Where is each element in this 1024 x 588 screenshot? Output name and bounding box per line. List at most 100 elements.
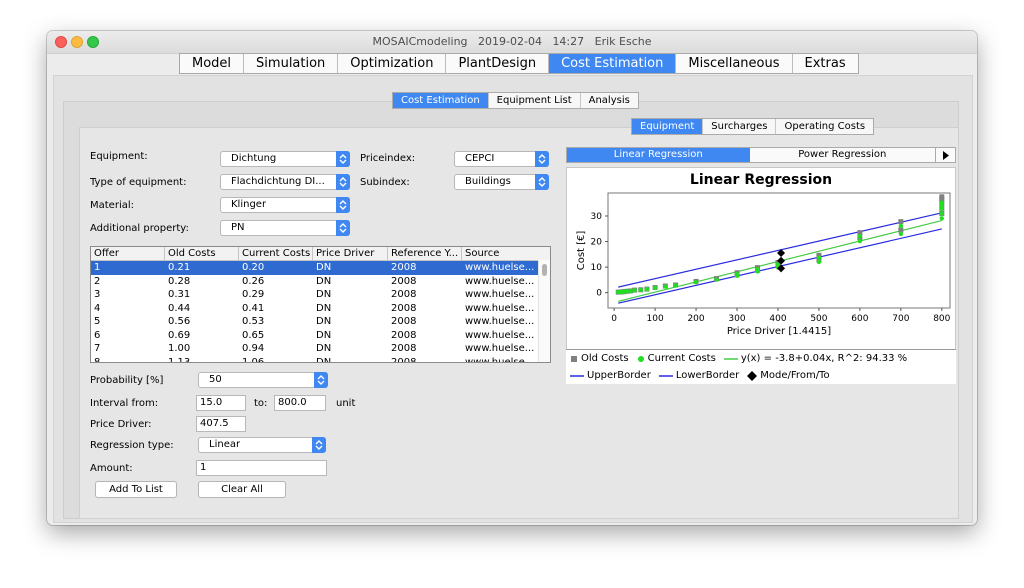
equipment-select[interactable]: Dichtung — [220, 151, 350, 167]
column-header-current-costs[interactable]: Current Costs — [239, 247, 313, 260]
cell-price-driver: DN — [316, 329, 332, 341]
add-to-list-button[interactable]: Add To List — [95, 481, 177, 498]
play-arrow-icon[interactable] — [935, 148, 955, 162]
updown-arrow-icon — [312, 437, 326, 453]
current-cost-point — [644, 287, 650, 292]
tab-analysis[interactable]: Analysis — [581, 93, 638, 108]
table-row[interactable]: 3 0.31 0.29 DN 2008 www.huelse... — [91, 288, 540, 302]
table-row[interactable]: 5 0.56 0.53 DN 2008 www.huelse... — [91, 315, 540, 329]
material-select[interactable]: Klinger — [220, 197, 350, 213]
table-row[interactable]: 6 0.69 0.65 DN 2008 www.huelse... — [91, 329, 540, 343]
window-title: MOSAICmodeling 2019-02-04 14:27 Erik Esc… — [372, 35, 652, 48]
cell-reference-year: 2008 — [391, 262, 417, 273]
tab-equipment-list[interactable]: Equipment List — [489, 93, 581, 108]
tab-plantdesign[interactable]: PlantDesign — [446, 54, 550, 73]
regression-type-select[interactable]: Linear — [198, 437, 326, 453]
column-header-reference-year[interactable]: Reference Y... — [388, 247, 462, 260]
price-driver-label: Price Driver: — [90, 419, 152, 430]
cell-reference-year: 2008 — [391, 356, 417, 363]
table-row[interactable]: 1 0.21 0.20 DN 2008 www.huelse... — [91, 261, 540, 275]
updown-arrow-icon — [535, 151, 549, 167]
cell-current-costs: 0.53 — [242, 316, 265, 327]
cell-source: www.huelse... — [465, 302, 535, 314]
cell-offer: 7 — [94, 343, 101, 354]
updown-arrow-icon — [336, 151, 350, 167]
tab-model[interactable]: Model — [180, 54, 245, 73]
offers-table[interactable]: Offer Old Costs Current Costs Price Driv… — [90, 246, 551, 363]
x-tick-label: 300 — [728, 314, 745, 324]
x-tick-label: 100 — [647, 314, 664, 324]
probability-select[interactable]: 50 — [198, 372, 328, 388]
type-of-equipment-select[interactable]: Flachdichtung DI... — [220, 174, 350, 190]
y-tick-label: 0 — [596, 289, 602, 299]
tab-simulation[interactable]: Simulation — [244, 54, 339, 73]
green-line-icon — [723, 357, 738, 360]
current-cost-point — [816, 259, 822, 265]
diamond-marker-icon — [747, 370, 758, 381]
cell-price-driver: DN — [316, 302, 332, 314]
chart-legend: Old Costs Current Costs y(x) = -3.8+0.04… — [566, 349, 956, 384]
y-tick-label: 20 — [591, 238, 603, 248]
table-row[interactable]: 7 1.00 0.94 DN 2008 www.huelse... — [91, 342, 540, 356]
tab-linear-regression[interactable]: Linear Regression — [567, 148, 750, 162]
table-scrollbar[interactable] — [538, 260, 550, 362]
table-row[interactable]: 2 0.28 0.26 DN 2008 www.huelse... — [91, 275, 540, 289]
clear-all-button[interactable]: Clear All — [198, 481, 286, 498]
cell-current-costs: 1.06 — [242, 356, 265, 363]
tab-cost-estimation-sub[interactable]: Cost Estimation — [393, 93, 489, 108]
current-cost-point — [693, 279, 699, 285]
tab-operating-costs[interactable]: Operating Costs — [776, 119, 873, 134]
column-header-source[interactable]: Source — [462, 247, 540, 260]
column-header-price-driver[interactable]: Price Driver — [313, 247, 388, 260]
additional-property-select[interactable]: PN — [220, 220, 350, 236]
cell-offer: 2 — [94, 275, 101, 287]
column-header-offer[interactable]: Offer — [91, 247, 165, 260]
table-row[interactable]: 4 0.44 0.41 DN 2008 www.huelse... — [91, 302, 540, 316]
cell-current-costs: 0.20 — [242, 262, 265, 273]
cell-reference-year: 2008 — [391, 343, 417, 354]
equipment-value: Dichtung — [231, 153, 277, 164]
cell-reference-year: 2008 — [391, 302, 417, 314]
cell-old-costs: 0.56 — [168, 316, 191, 327]
cell-offer: 3 — [94, 289, 101, 300]
legend-fit: y(x) = -3.8+0.04x, R^2: 94.33 % — [723, 353, 907, 364]
column-header-old-costs[interactable]: Old Costs — [165, 247, 239, 260]
x-tick-label: 200 — [687, 314, 704, 324]
updown-arrow-icon — [336, 174, 350, 190]
equipment-label: Equipment: — [90, 151, 148, 162]
price-driver-input[interactable]: 407.5 — [196, 416, 246, 432]
cell-current-costs: 0.94 — [242, 343, 265, 354]
priceindex-select[interactable]: CEPCI — [454, 151, 549, 167]
interval-from-input[interactable]: 15.0 — [196, 395, 246, 411]
legend-mode-from-to-label: Mode/From/To — [760, 370, 830, 381]
tab-miscellaneous[interactable]: Miscellaneous — [676, 54, 793, 73]
tab-cost-estimation[interactable]: Cost Estimation — [549, 54, 677, 73]
scrollbar-thumb[interactable] — [542, 264, 547, 276]
legend-lower-border-label: LowerBorder — [675, 370, 740, 381]
cell-price-driver: DN — [316, 289, 332, 300]
current-cost-point — [638, 287, 643, 293]
amount-input[interactable]: 1 — [196, 460, 327, 476]
legend-old-costs-label: Old Costs — [581, 353, 629, 364]
updown-arrow-icon — [336, 197, 350, 213]
legend-lower-border: LowerBorder — [658, 370, 740, 381]
cell-current-costs: 0.65 — [242, 329, 265, 341]
cell-offer: 4 — [94, 302, 101, 314]
cell-old-costs: 0.69 — [168, 329, 191, 341]
subindex-select[interactable]: Buildings — [454, 174, 549, 190]
probability-value: 50 — [209, 374, 222, 385]
cell-old-costs: 0.44 — [168, 302, 191, 314]
tab-surcharges[interactable]: Surcharges — [703, 119, 777, 134]
additional-property-label: Additional property: — [90, 223, 189, 234]
tab-extras[interactable]: Extras — [793, 54, 858, 73]
table-row[interactable]: 8 1.13 1.06 DN 2008 www.huelse... — [91, 356, 540, 363]
current-cost-point — [652, 285, 658, 291]
interval-to-input[interactable]: 800.0 — [274, 395, 326, 411]
x-tick-label: 700 — [892, 314, 909, 324]
current-cost-point — [673, 283, 678, 288]
tab-optimization[interactable]: Optimization — [338, 54, 447, 73]
cell-reference-year: 2008 — [391, 329, 417, 341]
tab-power-regression[interactable]: Power Regression — [750, 148, 936, 162]
tab-equipment[interactable]: Equipment — [632, 119, 704, 134]
current-cost-point — [663, 284, 668, 289]
